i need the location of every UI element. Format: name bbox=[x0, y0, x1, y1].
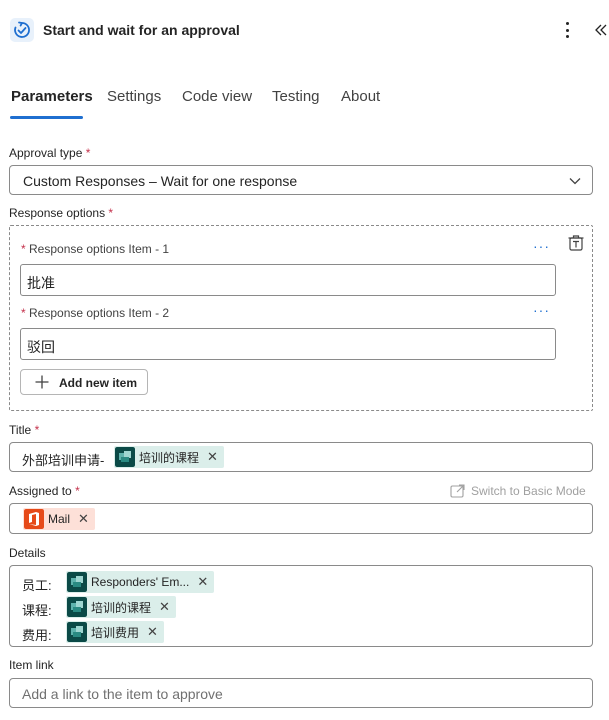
tab-code-view[interactable]: Code view bbox=[182, 88, 252, 105]
active-tab-indicator bbox=[10, 116, 83, 119]
title-input[interactable]: 外部培训申请- 培训的课程 ✕ bbox=[9, 442, 593, 472]
remove-token-icon[interactable]: ✕ bbox=[207, 449, 218, 465]
dynamic-content-icon bbox=[67, 622, 87, 642]
response-item-2-label: * Response options Item - 2 bbox=[21, 306, 170, 320]
dynamic-content-token[interactable]: Responders' Em... ✕ bbox=[66, 571, 215, 593]
response-item-2-input[interactable]: 驳回 bbox=[20, 328, 556, 360]
plus-icon bbox=[35, 375, 49, 389]
assigned-to-input[interactable]: Mail ✕ bbox=[9, 503, 593, 534]
panel-header: Start and wait for an approval bbox=[0, 0, 609, 62]
item-1-more-icon[interactable]: ··· bbox=[533, 239, 550, 253]
mail-token[interactable]: Mail ✕ bbox=[23, 508, 95, 530]
response-item-1-label: * Response options Item - 1 bbox=[21, 242, 170, 256]
page-title: Start and wait for an approval bbox=[43, 22, 240, 38]
office-icon bbox=[24, 509, 44, 529]
item-link-input[interactable]: Add a link to the item to approve bbox=[9, 678, 593, 708]
approval-type-value: Custom Responses – Wait for one response bbox=[23, 173, 298, 189]
item-2-more-icon[interactable]: ··· bbox=[533, 303, 550, 317]
token-label: 培训的课程 bbox=[139, 450, 200, 465]
remove-token-icon[interactable]: ✕ bbox=[159, 599, 170, 615]
remove-token-icon[interactable]: ✕ bbox=[147, 624, 158, 640]
assigned-to-label: Assigned to * bbox=[9, 484, 80, 498]
token-label: Responders' Em... bbox=[91, 575, 190, 589]
switch-mode-label: Switch to Basic Mode bbox=[471, 484, 586, 498]
add-new-item-button[interactable]: Add new item bbox=[20, 369, 148, 395]
collapse-panel-icon[interactable] bbox=[594, 20, 608, 40]
details-label: Details bbox=[9, 546, 46, 560]
tab-bar: Parameters Settings Code view Testing Ab… bbox=[0, 86, 609, 122]
tab-testing[interactable]: Testing bbox=[272, 88, 320, 105]
token-label: Mail bbox=[48, 512, 71, 526]
remove-token-icon[interactable]: ✕ bbox=[197, 574, 208, 590]
remove-token-icon[interactable]: ✕ bbox=[78, 511, 89, 527]
more-options-icon[interactable] bbox=[558, 20, 576, 40]
token-label: 培训费用 bbox=[91, 625, 140, 640]
response-options-label: Response options * bbox=[9, 206, 114, 220]
item-link-placeholder: Add a link to the item to approve bbox=[22, 686, 223, 702]
switch-to-basic-mode-button[interactable]: Switch to Basic Mode bbox=[450, 482, 586, 500]
chevron-down-icon bbox=[569, 178, 581, 185]
details-input[interactable]: 员工: Responders' Em... ✕ 课程: 培训的课程 ✕ 费用: … bbox=[9, 565, 593, 647]
details-line-1-prefix: 员工: bbox=[22, 578, 52, 593]
title-prefix-text: 外部培训申请- bbox=[22, 453, 105, 468]
add-new-item-label: Add new item bbox=[59, 376, 138, 390]
approval-sync-icon bbox=[10, 18, 34, 42]
dynamic-content-icon bbox=[67, 597, 87, 617]
switch-mode-icon bbox=[450, 484, 465, 498]
details-line-3-prefix: 费用: bbox=[22, 628, 52, 643]
response-item-1-input[interactable]: 批准 bbox=[20, 264, 556, 296]
token-label: 培训的课程 bbox=[91, 600, 152, 615]
item-link-label: Item link bbox=[9, 658, 54, 672]
tab-settings[interactable]: Settings bbox=[107, 88, 161, 105]
title-label: Title * bbox=[9, 423, 40, 437]
tab-parameters[interactable]: Parameters bbox=[11, 88, 93, 105]
response-options-panel: * Response options Item - 1 ··· 批准 * Res… bbox=[9, 225, 593, 411]
dynamic-content-token[interactable]: 培训的课程 ✕ bbox=[114, 446, 224, 468]
approval-type-select[interactable]: Custom Responses – Wait for one response bbox=[9, 165, 593, 195]
dynamic-content-token[interactable]: 培训的课程 ✕ bbox=[66, 596, 176, 618]
tab-about[interactable]: About bbox=[341, 88, 380, 105]
approval-type-label: Approval type * bbox=[9, 146, 91, 160]
dynamic-content-icon bbox=[115, 447, 135, 467]
dynamic-content-token[interactable]: 培训费用 ✕ bbox=[66, 621, 164, 643]
details-line-2-prefix: 课程: bbox=[22, 603, 52, 618]
dynamic-content-icon bbox=[67, 572, 87, 592]
